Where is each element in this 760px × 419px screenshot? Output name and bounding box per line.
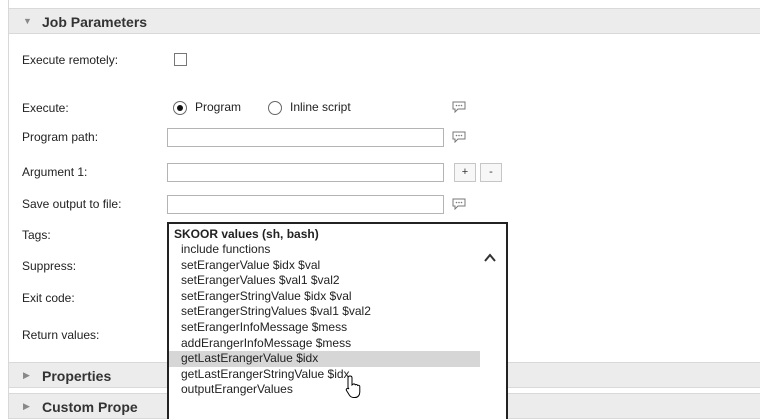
argument-1-input[interactable] xyxy=(167,163,444,182)
dropdown-item[interactable]: setErangerValue $idx $val xyxy=(169,258,480,274)
dropdown-item[interactable]: setErangerInfoMessage $mess xyxy=(169,320,480,336)
triangle-right-icon: ▶ xyxy=(23,401,30,411)
execute-remotely-label: Execute remotely: xyxy=(22,53,119,67)
left-border xyxy=(8,0,9,419)
radio-inline-script[interactable] xyxy=(268,101,282,115)
radio-inline-label: Inline script xyxy=(290,100,351,114)
dropdown-item[interactable]: setErangerValues $val1 $val2 xyxy=(169,273,480,289)
dropdown-item-hovered[interactable]: getLastErangerValue $idx xyxy=(169,351,480,367)
execute-label: Execute: xyxy=(22,101,69,115)
comment-icon[interactable] xyxy=(452,131,466,143)
dropdown-group-header: SKOOR values (sh, bash) xyxy=(174,227,319,241)
autocomplete-dropdown[interactable]: SKOOR values (sh, bash) include function… xyxy=(167,222,508,419)
save-output-label: Save output to file: xyxy=(22,197,122,211)
dropdown-item[interactable]: outputErangerValues xyxy=(169,382,480,398)
section-job-parameters[interactable]: ▼ Job Parameters xyxy=(9,8,760,34)
exit-code-label: Exit code: xyxy=(22,291,75,305)
save-output-input[interactable] xyxy=(167,195,444,214)
program-path-label: Program path: xyxy=(22,130,99,144)
section-title: Properties xyxy=(42,368,112,384)
dropdown-item[interactable]: include functions xyxy=(169,242,480,258)
triangle-right-icon: ▶ xyxy=(23,370,30,380)
mouse-pointer-icon xyxy=(345,375,361,398)
comment-icon[interactable] xyxy=(452,101,466,113)
radio-program-label: Program xyxy=(195,100,242,114)
return-values-label: Return values: xyxy=(22,328,100,342)
dropdown-item[interactable]: setErangerStringValues $val1 $val2 xyxy=(169,304,480,320)
remove-argument-button[interactable]: - xyxy=(480,163,502,182)
suppress-label: Suppress: xyxy=(22,259,77,273)
execute-remotely-checkbox[interactable] xyxy=(174,53,187,66)
dropdown-item[interactable]: setErangerStringValue $idx $val xyxy=(169,289,480,305)
section-title: Custom Prope xyxy=(42,399,138,415)
triangle-down-icon: ▼ xyxy=(23,16,32,26)
chevron-up-icon[interactable] xyxy=(483,251,497,263)
dropdown-list: include functions setErangerValue $idx $… xyxy=(169,242,480,398)
add-argument-button[interactable]: + xyxy=(454,163,476,182)
tags-label: Tags: xyxy=(22,228,51,242)
section-title: Job Parameters xyxy=(42,14,148,30)
dropdown-item[interactable]: addErangerInfoMessage $mess xyxy=(169,336,480,352)
comment-icon[interactable] xyxy=(452,198,466,210)
radio-program[interactable] xyxy=(173,101,187,115)
program-path-input[interactable] xyxy=(167,128,444,147)
dropdown-item[interactable]: getLastErangerStringValue $idx xyxy=(169,367,480,383)
argument-1-label: Argument 1: xyxy=(22,165,88,179)
